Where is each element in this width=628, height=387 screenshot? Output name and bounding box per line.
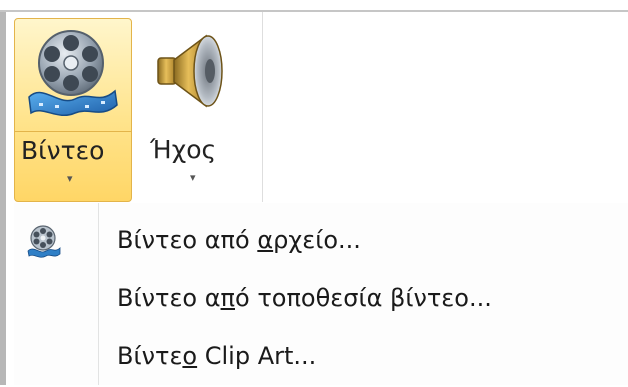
chevron-down-icon[interactable]: ▾	[190, 171, 196, 184]
menu-item-label-text: Clip Art...	[197, 342, 317, 370]
menu-item-label: Βίντεο από τοποθεσία βίντεο...	[117, 284, 492, 312]
menu-item-label-text: ρχείο...	[273, 226, 361, 254]
menu-item-mnemonic: π	[220, 284, 235, 312]
menu-item-label-text: Βίντε	[117, 342, 183, 370]
menu-item-video-from-file[interactable]: Βίντεο από αρχείο...	[14, 213, 628, 271]
film-reel-icon	[25, 25, 121, 125]
menu-item-label: Βίντεο από αρχείο...	[117, 226, 361, 254]
window-left-edge	[0, 12, 6, 385]
split-button-divider	[15, 131, 131, 132]
film-reel-small-icon	[26, 223, 62, 263]
video-button-label: Βίντεο	[21, 136, 105, 165]
chevron-down-icon[interactable]: ▾	[67, 172, 73, 185]
ribbon-top-border	[0, 10, 628, 12]
menu-item-label-text: Βίντεο α	[117, 284, 221, 312]
menu-item-label-text: Βίντεο από	[117, 226, 258, 254]
ribbon-group-separator	[262, 12, 263, 202]
menu-item-video-from-website[interactable]: Βίντεο από τοποθεσία βίντεο...	[14, 271, 628, 329]
audio-button[interactable]: Ήχος ▾	[138, 18, 258, 202]
ribbon-panel: Βίντεο ▾ Ήχος ▾	[0, 0, 628, 385]
speaker-icon	[152, 28, 236, 116]
menu-item-clip-art-video[interactable]: Βίντεο Clip Art...	[14, 329, 628, 387]
menu-item-label: Βίντεο Clip Art...	[117, 342, 316, 370]
audio-button-label: Ήχος	[150, 135, 217, 164]
video-dropdown-menu: Βίντεο από αρχείο... Βίντεο από τοποθεσί…	[14, 203, 628, 385]
menu-item-label-text: ό τοποθεσία βίντεο...	[235, 284, 492, 312]
video-button[interactable]: Βίντεο ▾	[14, 18, 132, 202]
menu-item-mnemonic: α	[257, 226, 274, 254]
menu-item-mnemonic: ο	[182, 342, 198, 370]
